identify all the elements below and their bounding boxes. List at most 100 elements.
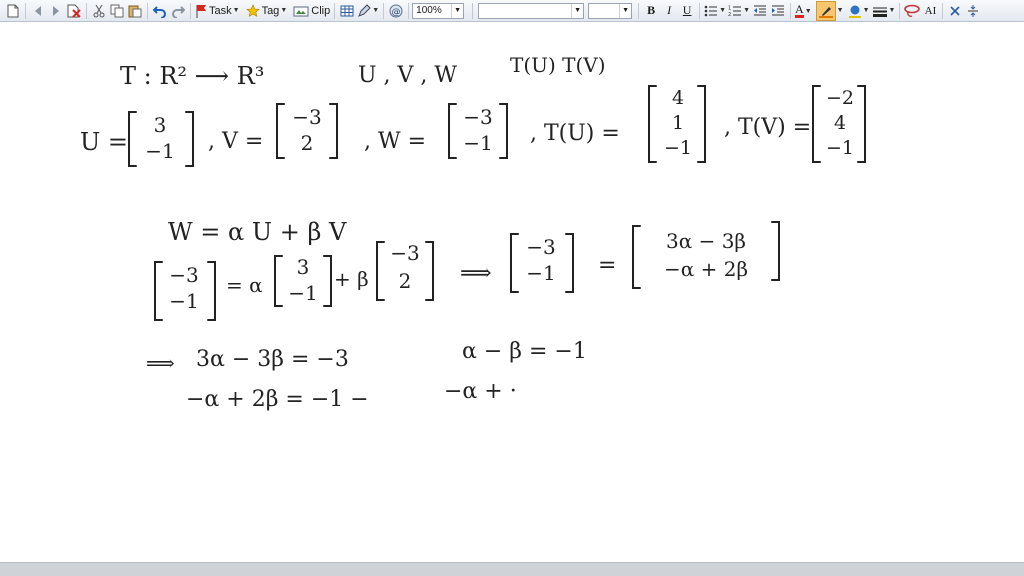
tv-entry-1: −2	[826, 87, 854, 109]
vectors-list: U , V , W	[358, 63, 457, 88]
clip-button[interactable]: Clip	[292, 2, 331, 20]
font-color-button[interactable]: A ▼	[794, 2, 813, 20]
highlighter-icon[interactable]	[815, 0, 836, 21]
w-entry-2: −1	[463, 131, 492, 155]
split-icon[interactable]	[964, 2, 982, 20]
indent-icon[interactable]	[769, 2, 787, 20]
tu-entry-1: 4	[672, 87, 684, 109]
w-entry-1: −3	[463, 105, 492, 129]
clip-icon	[293, 6, 309, 16]
chevron-down-icon[interactable]: ▼	[280, 7, 287, 14]
numbering-icon[interactable]: 1 2 ▼	[727, 2, 751, 20]
toolbar-separator	[86, 2, 87, 19]
new-page-icon[interactable]	[4, 2, 22, 20]
u-entry-1: 3	[154, 113, 167, 137]
tu-bracket-left	[648, 85, 657, 163]
chevron-down-icon[interactable]: ▼	[889, 7, 896, 14]
v-label: , V =	[208, 129, 263, 154]
w-label: , W =	[364, 129, 426, 154]
rhs-entry-1: 3α − 3β	[666, 229, 746, 253]
task-button[interactable]: Task ▼	[194, 2, 241, 20]
w-bracket-right	[499, 103, 508, 159]
font-name-select[interactable]: ▼	[478, 2, 585, 19]
v-entry-1: −3	[292, 105, 321, 129]
svg-text:1: 1	[728, 5, 731, 11]
lhs-bracket-left	[154, 261, 163, 321]
toolbar-separator	[147, 2, 148, 19]
tag-button[interactable]: Tag ▼	[245, 2, 289, 20]
undo-icon[interactable]	[151, 2, 169, 20]
close-icon[interactable]	[946, 2, 964, 20]
chevron-down-icon[interactable]: ▼	[619, 3, 631, 18]
tv-entry-2: 4	[834, 112, 846, 134]
a-vec-entry-2: −1	[288, 281, 317, 305]
toolbar-separator	[638, 2, 640, 19]
lhs-bracket-right	[207, 261, 216, 321]
bold-button[interactable]: B	[642, 2, 660, 20]
beta-coefficient: + β	[334, 267, 369, 291]
outdent-icon[interactable]	[751, 2, 769, 20]
delete-page-icon[interactable]	[65, 2, 83, 20]
system-equation-1: 3α − 3β = −3	[196, 347, 349, 372]
chevron-down-icon[interactable]: ▼	[571, 3, 583, 18]
toolbar-separator	[408, 2, 410, 19]
system-equation-1-simplified: α − β = −1	[462, 339, 587, 364]
pen-icon[interactable]: ▼	[356, 2, 380, 20]
b-vec-bracket-left	[376, 241, 385, 301]
svg-text:@: @	[392, 7, 401, 17]
b-vec-entry-1: −3	[390, 241, 419, 265]
paste-icon[interactable]	[126, 2, 144, 20]
w-bracket-left	[448, 103, 457, 159]
chevron-down-icon[interactable]: ▼	[863, 7, 870, 14]
mapping-definition: T : R² ⟶ R³	[120, 62, 264, 90]
a-vec-bracket-left	[274, 255, 283, 307]
toolbar-separator	[334, 2, 336, 19]
font-size-select[interactable]: ▼	[588, 2, 633, 19]
italic-button[interactable]: I	[660, 2, 678, 20]
chevron-down-icon[interactable]: ▼	[451, 3, 463, 18]
linear-combination: W = α U + β V	[168, 218, 347, 246]
chevron-down-icon[interactable]: ▼	[837, 7, 844, 14]
horizontal-scrollbar[interactable]	[0, 562, 1024, 576]
toolbar-separator	[899, 2, 901, 19]
v-bracket-left	[276, 103, 285, 159]
table-icon[interactable]	[338, 2, 356, 20]
system-equation-2-partial: −α + ·	[444, 379, 517, 404]
chevron-down-icon[interactable]: ▼	[743, 7, 750, 14]
toolbar-separator	[190, 2, 191, 19]
lhs-entry-1: −3	[169, 263, 198, 287]
fill-color-icon[interactable]: ▼	[847, 2, 871, 20]
toolbar-separator	[383, 2, 385, 19]
note-canvas[interactable]: T : R² ⟶ R³ U , V , W T(U) T(V) U = 3 −1…	[0, 22, 1024, 562]
at-icon[interactable]: @	[387, 2, 405, 20]
toolbar-separator	[790, 2, 792, 19]
chevron-down-icon[interactable]: ▼	[719, 7, 726, 14]
style-button[interactable]: AI	[921, 2, 939, 20]
underline-button[interactable]: U	[678, 2, 696, 20]
chevron-down-icon[interactable]: ▼	[233, 7, 240, 14]
a-vec-bracket-right	[323, 255, 332, 307]
copy-icon[interactable]	[108, 2, 126, 20]
lhs-entry-2: −1	[169, 289, 198, 313]
bullets-icon[interactable]: ▼	[703, 2, 727, 20]
toolbar-separator	[942, 2, 944, 19]
system-implies-arrow: ⟹	[146, 351, 175, 375]
system-equation-2: −α + 2β = −1 −	[186, 387, 369, 412]
images-list: T(U) T(V)	[510, 53, 606, 77]
toolbar-separator	[699, 2, 701, 19]
chevron-down-icon[interactable]: ▼	[805, 7, 812, 15]
tv-label: , T(V) =	[724, 115, 811, 140]
back-icon[interactable]	[29, 2, 47, 20]
forward-icon[interactable]	[47, 2, 65, 20]
tag-label: Tag	[261, 4, 280, 17]
lasso-icon[interactable]	[903, 2, 921, 20]
handwritten-notes: T : R² ⟶ R³ U , V , W T(U) T(V) U = 3 −1…	[80, 53, 866, 412]
redo-icon[interactable]	[169, 2, 187, 20]
chevron-down-icon[interactable]: ▼	[372, 7, 379, 14]
zoom-select[interactable]: 100% ▼	[412, 2, 465, 19]
line-style-icon[interactable]: ▼	[871, 2, 897, 20]
v-entry-2: 2	[301, 131, 314, 155]
v-bracket-right	[329, 103, 338, 159]
font-color-glyph: A	[795, 1, 804, 18]
cut-icon[interactable]	[90, 2, 108, 20]
